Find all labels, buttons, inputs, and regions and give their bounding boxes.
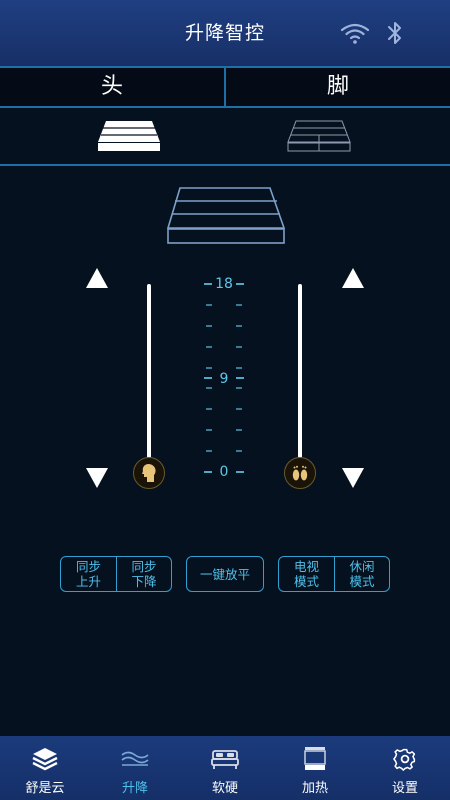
scale-tick [204, 283, 212, 285]
scale-tick [236, 324, 242, 327]
scale-tick [204, 471, 212, 473]
scale-tick [206, 450, 212, 453]
bottom-nav: 舒是云 升降 软硬 加热 设置 [0, 736, 450, 800]
gear-icon [393, 748, 416, 771]
height-scale: 18 9 0 [204, 274, 244, 480]
foot-slider-knob[interactable] [284, 457, 316, 489]
scale-tick [206, 387, 212, 390]
nav-label: 设置 [391, 781, 418, 796]
tab-foot[interactable]: 脚 [224, 68, 450, 106]
scale-tick [206, 345, 212, 348]
scale-tick [204, 377, 212, 379]
bed-head-icon[interactable] [96, 120, 162, 152]
head-slider-track[interactable] [147, 284, 151, 458]
nav-label: 舒是云 [25, 781, 65, 796]
bed-preview-icon [166, 187, 286, 244]
bed-icon [211, 750, 239, 769]
scale-tick [236, 387, 242, 390]
waves-icon [121, 751, 149, 766]
app-root: 升降智控 头 脚 18 9 0 同步 上升 同步 下降 一键放平 电视 模式 休… [0, 0, 450, 800]
scale-tick [236, 345, 242, 348]
tab-head[interactable]: 头 [0, 68, 224, 106]
one-key-flat-button[interactable]: 一键放平 [187, 557, 263, 591]
tv-mode-button[interactable]: 电视 模式 [279, 557, 334, 591]
feet-icon [292, 465, 308, 481]
nav-item-settings[interactable]: 设置 [360, 736, 450, 800]
nav-label: 软硬 [211, 781, 238, 796]
scale-tick [206, 366, 212, 369]
nav-label: 加热 [301, 781, 328, 796]
head-icon [142, 464, 156, 482]
foot-up-arrow[interactable] [340, 266, 366, 290]
layers-icon [32, 748, 58, 771]
sync-button-group: 同步 上升 同步 下降 [60, 556, 172, 592]
foot-slider-track[interactable] [298, 284, 302, 458]
scale-tick [236, 408, 242, 411]
foot-down-arrow[interactable] [340, 466, 366, 490]
sync-up-button[interactable]: 同步 上升 [61, 557, 116, 591]
leisure-mode-button[interactable]: 休闲 模式 [334, 557, 389, 591]
nav-item-firmness[interactable]: 软硬 [180, 736, 270, 800]
lift-control-panel: 18 9 0 同步 上升 同步 下降 一键放平 电视 模式 休闲 模式 [0, 166, 450, 736]
wifi-icon[interactable] [340, 21, 370, 45]
flat-button-group: 一键放平 [186, 556, 264, 592]
scale-tick [206, 429, 212, 432]
page-title: 升降智控 [184, 22, 265, 44]
scale-tick [236, 377, 244, 379]
scale-tick [206, 324, 212, 327]
nav-label: 升降 [121, 781, 148, 796]
header-bar: 升降智控 [0, 0, 450, 66]
scale-tick [236, 283, 244, 285]
bed-foot-icon[interactable] [286, 120, 352, 152]
scale-tick [236, 366, 242, 369]
bed-selection-row [0, 108, 450, 166]
nav-item-heating[interactable]: 加热 [270, 736, 360, 800]
head-up-arrow[interactable] [84, 266, 110, 290]
nav-item-lift[interactable]: 升降 [90, 736, 180, 800]
scale-mid-label: 9 [219, 371, 229, 387]
scale-tick [236, 429, 242, 432]
nav-item-shushiyun[interactable]: 舒是云 [0, 736, 90, 800]
scale-tick [236, 471, 244, 473]
head-foot-tabs: 头 脚 [0, 66, 450, 108]
head-slider-knob[interactable] [133, 457, 165, 489]
scale-tick [206, 408, 212, 411]
scale-tick [206, 303, 212, 306]
heating-icon [304, 747, 326, 770]
scale-tick [236, 450, 242, 453]
bluetooth-icon[interactable] [386, 20, 404, 46]
head-down-arrow[interactable] [84, 466, 110, 490]
scale-tick [236, 303, 242, 306]
mode-button-group: 电视 模式 休闲 模式 [278, 556, 390, 592]
sync-down-button[interactable]: 同步 下降 [116, 557, 171, 591]
